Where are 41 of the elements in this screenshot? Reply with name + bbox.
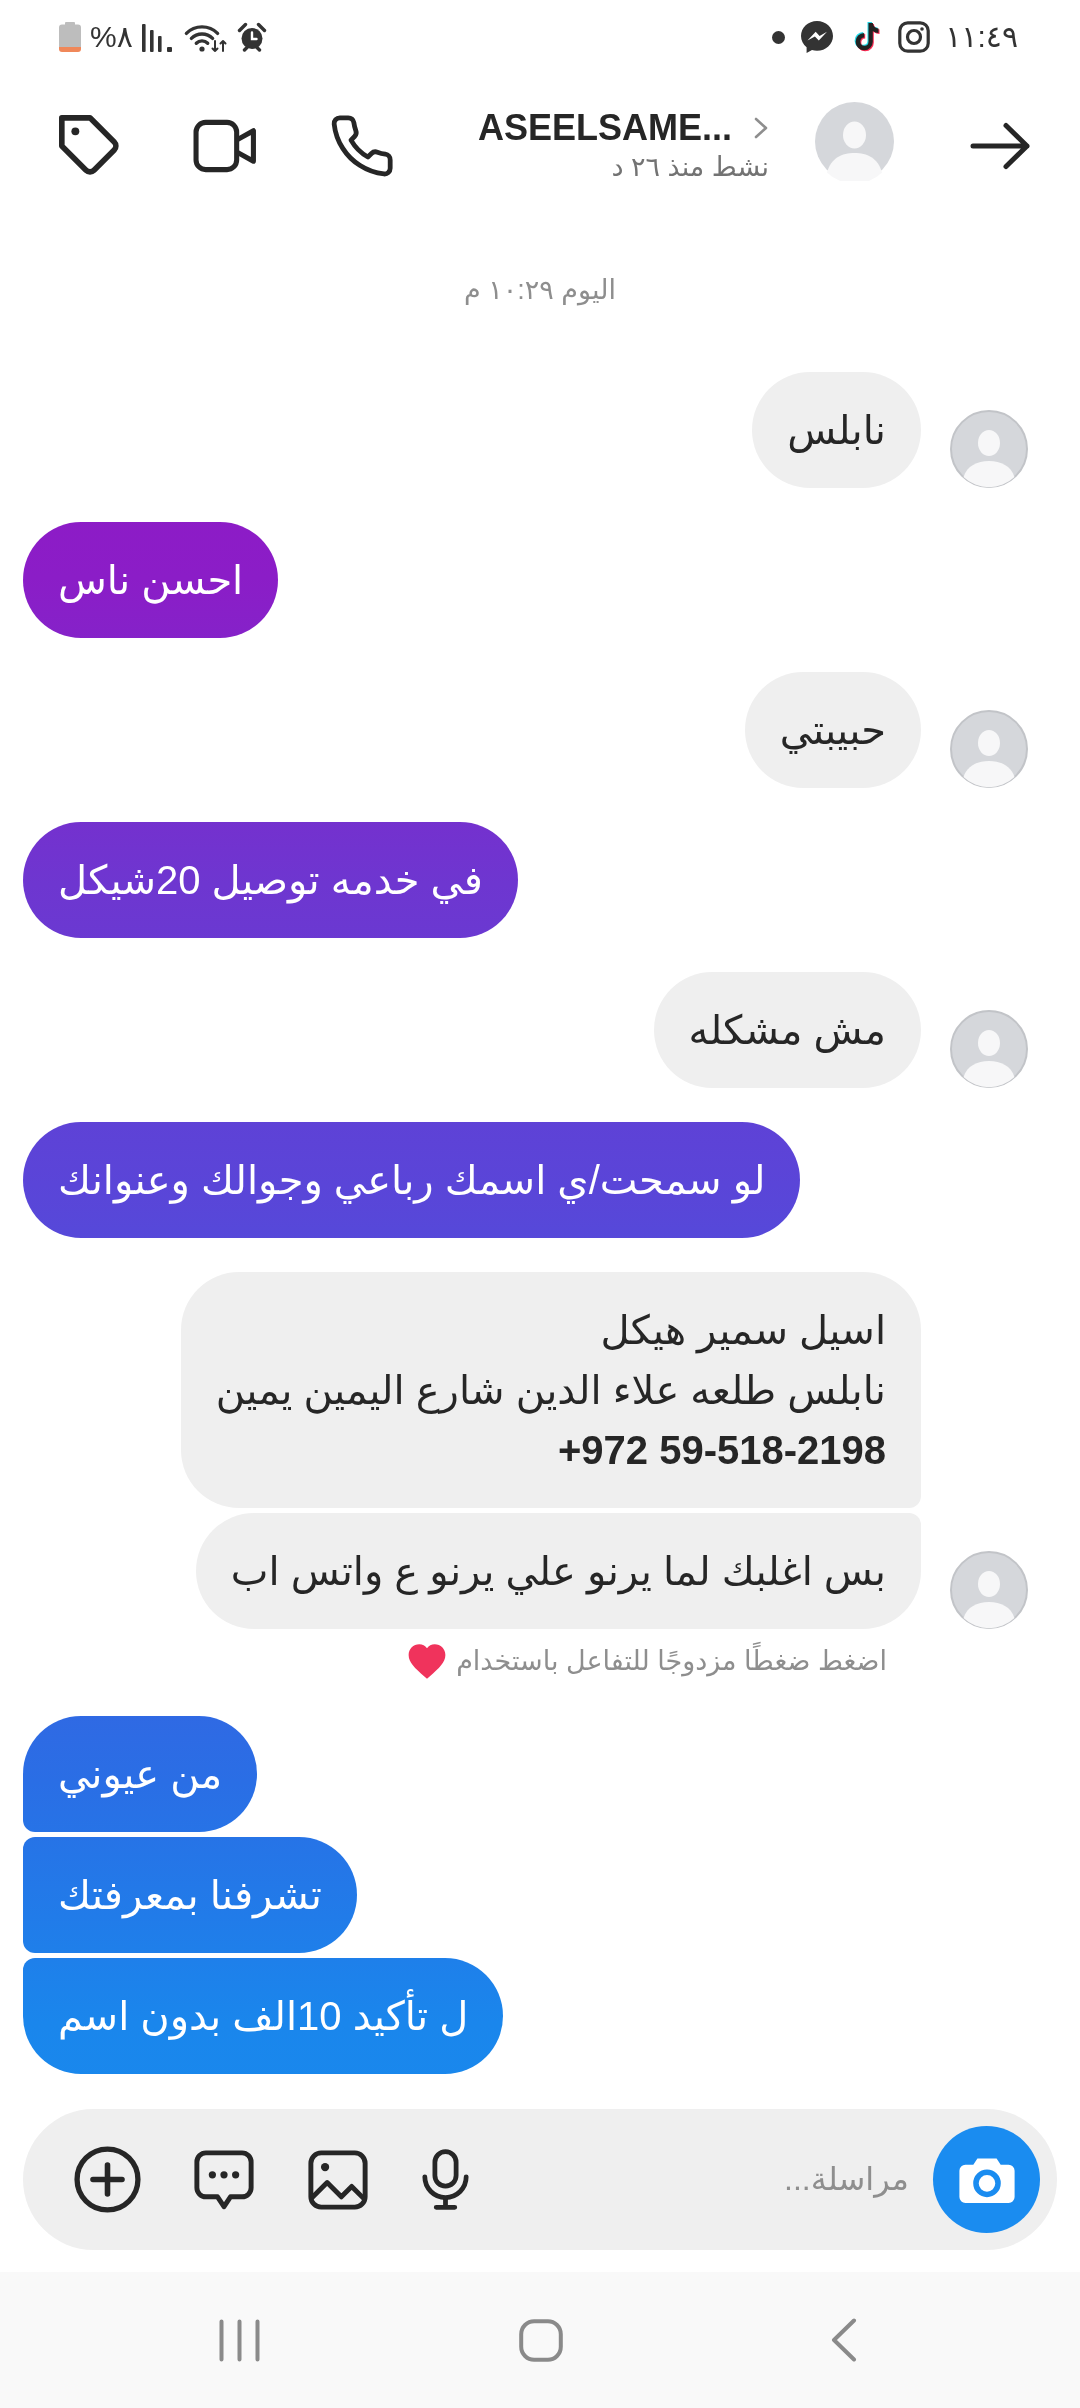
avatar-icon: [950, 410, 1028, 488]
contact-name[interactable]: ASEELSAME...: [477, 107, 732, 149]
avatar-icon: [950, 710, 1028, 788]
plus-circle-icon[interactable]: [74, 2146, 141, 2213]
chat-dots-icon[interactable]: [193, 2148, 255, 2211]
activity-status: نشط منذ ٢٦ د: [611, 151, 769, 184]
tag-icon[interactable]: [59, 115, 121, 177]
signal-icon: [141, 22, 173, 52]
chat-bolt-icon: [800, 20, 835, 54]
message-bubble: ل تأكيد 10الف بدون اسم: [23, 1958, 504, 2074]
chevron-right-icon[interactable]: [754, 117, 769, 139]
message-bubble: نابلس: [752, 372, 921, 488]
notification-dot-icon: [772, 30, 786, 44]
message-bubble: مش مشكله: [653, 972, 921, 1088]
reaction-hint: اضغط ضغطًا مزدوجًا للتفاعل باستخدام: [456, 1643, 887, 1679]
camera-icon: [957, 2155, 1016, 2204]
message-bubble: حبيبتي: [744, 672, 921, 788]
image-icon[interactable]: [307, 2148, 369, 2211]
avatar-icon: [950, 1551, 1028, 1629]
date-label: اليوم ١٠:٢٩ م: [464, 274, 616, 307]
camera-outline-icon: [898, 21, 931, 53]
message-input[interactable]: مراسلة...: [490, 2149, 909, 2210]
heart-icon[interactable]: [408, 1643, 447, 1679]
avatar-icon: [950, 1010, 1028, 1088]
microphone-icon[interactable]: [421, 2149, 470, 2210]
video-camera-icon[interactable]: [193, 119, 259, 173]
message-bubble: تشرفنا بمعرفتك: [23, 1837, 357, 1953]
arrow-right-icon[interactable]: [970, 122, 1032, 170]
message-bubble: لو سمحت/ي اسمك رباعي وجوالك وعنوانك: [23, 1122, 801, 1238]
message-bubble: في خدمه توصيل 20شيكل: [23, 822, 518, 938]
clock-time: ١١:٤٩: [945, 19, 1018, 55]
alarm-clock-icon: [236, 22, 267, 52]
battery-icon: [59, 22, 81, 52]
recent-apps-icon[interactable]: [219, 2318, 260, 2362]
battery-percentage: %٨: [90, 19, 133, 55]
home-icon[interactable]: [519, 2318, 563, 2362]
message-bubble: بس اغلبك لما يرنو علي يرنو ع واتس اب: [195, 1513, 921, 1629]
phone-icon[interactable]: [331, 115, 393, 177]
message-bubble: من عيوني: [23, 1716, 258, 1832]
message-bubble: احسن ناس: [23, 522, 279, 638]
back-chevron-icon[interactable]: [831, 2318, 857, 2362]
